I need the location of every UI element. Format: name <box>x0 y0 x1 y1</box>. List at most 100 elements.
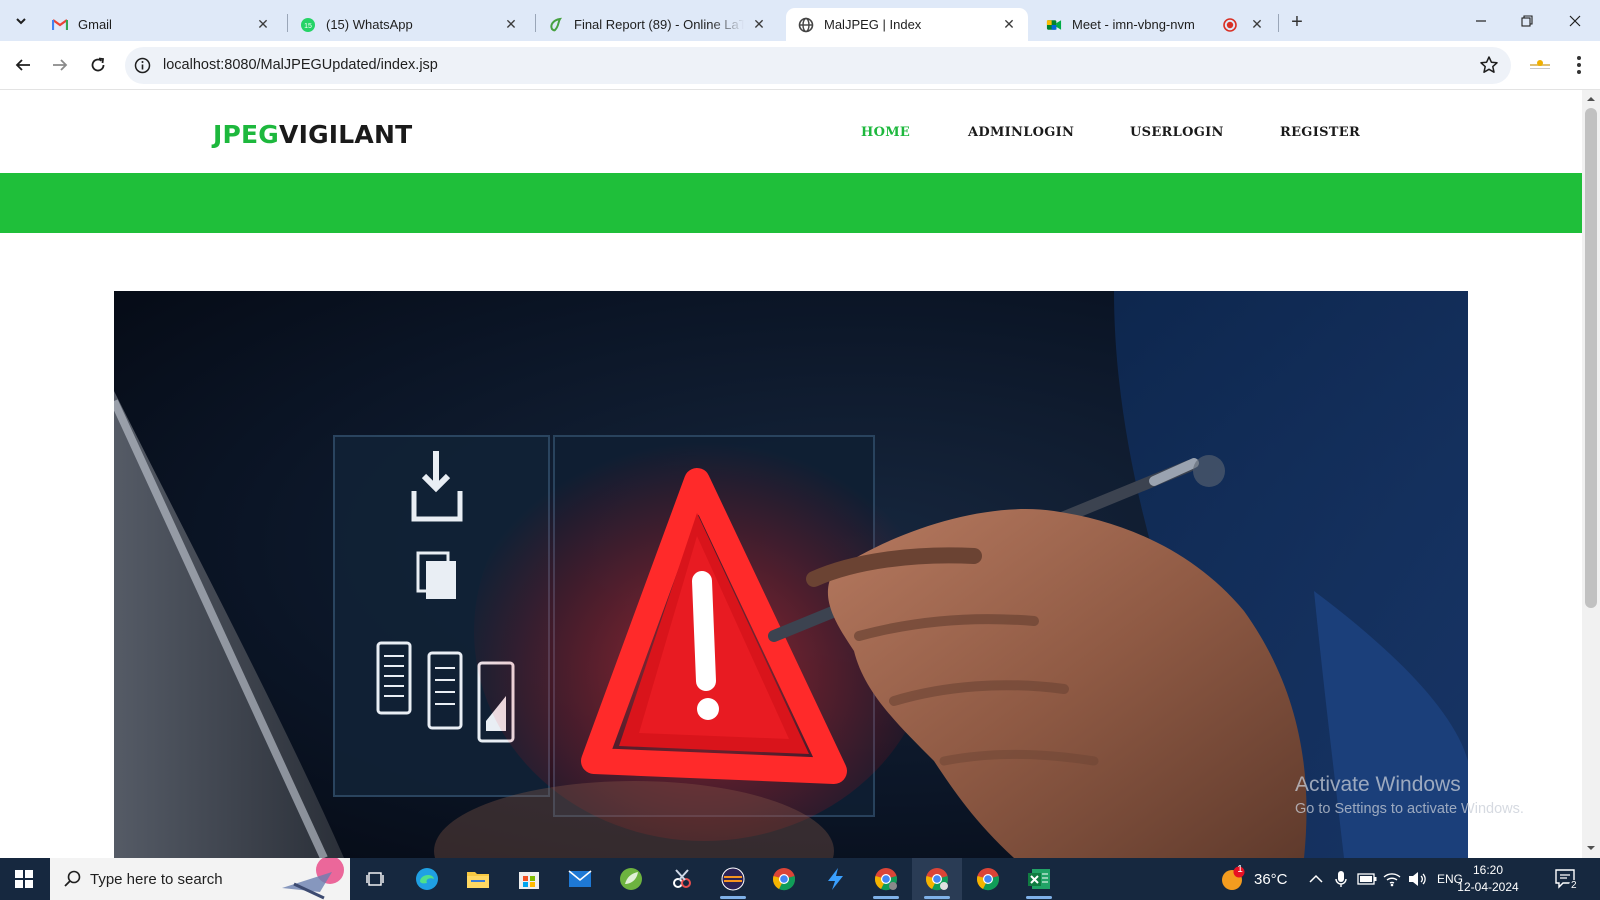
taskbar-spring-tool[interactable] <box>606 858 656 900</box>
taskbar-snipping-tool[interactable] <box>657 858 707 900</box>
search-highlight-illustration-icon <box>282 858 344 900</box>
logo-part-jpeg: JPEG <box>213 120 280 149</box>
tab-search-button[interactable] <box>8 8 34 34</box>
browser-toolbar: localhost:8080/MalJPEGUpdated/index.jsp <box>0 41 1600 90</box>
lightning-bolt-icon <box>828 868 843 890</box>
microphone-icon <box>1335 871 1347 887</box>
page-scrollbar[interactable] <box>1582 90 1600 858</box>
green-banner-bar <box>0 173 1582 233</box>
speaker-icon <box>1409 872 1426 886</box>
taskbar-excel[interactable] <box>1014 858 1064 900</box>
clock-date: 12-04-2024 <box>1457 880 1519 894</box>
site-logo[interactable]: JPEGVIGILANT <box>213 120 412 149</box>
watermark-title: Activate Windows <box>1295 773 1461 796</box>
restore-button[interactable] <box>1504 0 1550 41</box>
scroll-down-arrow-icon[interactable] <box>1586 843 1596 853</box>
gmail-icon <box>52 17 68 33</box>
show-hidden-icons-button[interactable] <box>1309 858 1323 900</box>
nav-userlogin[interactable]: USERLOGIN <box>1130 125 1224 140</box>
tab-title: (15) WhatsApp <box>326 17 413 32</box>
notification-count: 2 <box>1569 880 1579 891</box>
site-info-icon[interactable] <box>134 57 151 74</box>
windows-taskbar: Type here to search 1 36°C ENG 16:20 12-… <box>0 858 1600 900</box>
nav-adminlogin[interactable]: ADMINLOGIN <box>968 125 1074 140</box>
taskbar-eclipse[interactable] <box>708 858 758 900</box>
excel-icon <box>1028 869 1050 889</box>
tab-gmail[interactable]: Gmail ✕ <box>40 8 282 41</box>
close-tab-icon[interactable]: ✕ <box>1248 16 1266 34</box>
back-button[interactable] <box>9 51 37 79</box>
notification-center-button[interactable]: 2 <box>1555 858 1579 900</box>
forward-button[interactable] <box>46 51 74 79</box>
tab-separator <box>1278 14 1279 32</box>
taskbar-microsoft-store[interactable] <box>504 858 554 900</box>
tab-whatsapp[interactable]: 15 (15) WhatsApp ✕ <box>288 8 530 41</box>
url-text[interactable]: localhost:8080/MalJPEGUpdated/index.jsp <box>163 57 438 73</box>
task-view-button[interactable] <box>350 858 400 900</box>
network-tray[interactable] <box>1383 858 1401 900</box>
weather-temperature: 36°C <box>1254 870 1288 888</box>
taskbar-chrome-profile-1[interactable] <box>759 858 809 900</box>
reload-button[interactable] <box>84 51 112 79</box>
page-viewport: JPEGVIGILANT HOME ADMINLOGIN USERLOGIN R… <box>0 90 1600 858</box>
hero-image <box>114 291 1468 858</box>
close-tab-icon[interactable]: ✕ <box>254 16 272 34</box>
chevron-up-icon <box>1309 874 1323 883</box>
globe-icon <box>798 17 814 33</box>
browser-tab-strip: Gmail ✕ 15 (15) WhatsApp ✕ Final Report … <box>0 0 1600 41</box>
taskbar-file-explorer[interactable] <box>453 858 503 900</box>
bookmark-star-icon[interactable] <box>1479 55 1499 75</box>
store-icon <box>519 872 539 889</box>
search-placeholder: Type here to search <box>90 870 223 888</box>
taskbar-chrome[interactable] <box>963 858 1013 900</box>
start-button[interactable] <box>0 858 48 900</box>
tab-overleaf[interactable]: Final Report (89) - Online LaTeX ✕ <box>536 8 778 41</box>
taskbar-search-box[interactable]: Type here to search <box>50 858 350 900</box>
taskbar-mail[interactable] <box>555 858 605 900</box>
close-tab-icon[interactable]: ✕ <box>502 16 520 34</box>
weather-widget[interactable]: 1 36°C <box>1220 858 1288 900</box>
chrome-icon <box>977 868 999 891</box>
taskbar-chrome-active[interactable] <box>912 858 962 900</box>
nav-register[interactable]: REGISTER <box>1280 125 1360 140</box>
taskbar-chrome-profile-2[interactable] <box>861 858 911 900</box>
browser-menu-button[interactable] <box>1569 53 1589 77</box>
whatsapp-icon: 15 <box>300 17 316 33</box>
close-tab-icon[interactable]: ✕ <box>1000 16 1018 34</box>
close-window-button[interactable] <box>1552 0 1598 41</box>
recording-icon <box>1222 17 1238 33</box>
mail-icon <box>568 870 592 887</box>
tab-maljpeg[interactable]: MalJPEG | Index ✕ <box>786 8 1028 41</box>
chrome-icon <box>875 868 897 891</box>
close-tab-icon[interactable]: ✕ <box>750 16 768 34</box>
restore-icon <box>1521 14 1533 27</box>
weather-badge: 1 <box>1237 864 1243 875</box>
taskbar-edge[interactable] <box>402 858 452 900</box>
tab-google-meet[interactable]: Meet - imn-vbng-nvm ✕ <box>1034 8 1276 41</box>
logo-part-vigilant: VIGILANT <box>279 120 413 149</box>
taskbar-clock[interactable]: 16:20 12-04-2024 <box>1452 862 1524 896</box>
malware-warning-illustration <box>114 291 1468 858</box>
battery-tray[interactable] <box>1357 858 1377 900</box>
minimize-button[interactable] <box>1458 0 1504 41</box>
search-icon <box>64 870 81 887</box>
task-view-icon <box>366 872 384 886</box>
activate-windows-watermark: Activate Windows Go to Settings to activ… <box>1295 773 1524 817</box>
tab-title: Meet - imn-vbng-nvm <box>1072 17 1195 32</box>
google-meet-icon <box>1046 17 1062 33</box>
address-bar[interactable]: localhost:8080/MalJPEGUpdated/index.jsp <box>125 47 1511 84</box>
clock-time: 16:20 <box>1472 863 1504 877</box>
scroll-up-arrow-icon[interactable] <box>1586 94 1596 104</box>
microphone-tray[interactable] <box>1335 858 1347 900</box>
folder-icon <box>467 872 489 888</box>
arrow-right-icon <box>53 59 68 71</box>
spring-leaf-icon <box>620 868 642 890</box>
volume-tray[interactable] <box>1408 858 1428 900</box>
close-icon <box>1569 15 1581 26</box>
scroll-thumb[interactable] <box>1585 108 1597 608</box>
taskbar-power-automate[interactable] <box>810 858 860 900</box>
nav-home[interactable]: HOME <box>861 125 910 140</box>
profile-icon[interactable] <box>1528 54 1552 76</box>
wifi-icon <box>1383 873 1401 887</box>
new-tab-button[interactable]: + <box>1284 9 1310 35</box>
